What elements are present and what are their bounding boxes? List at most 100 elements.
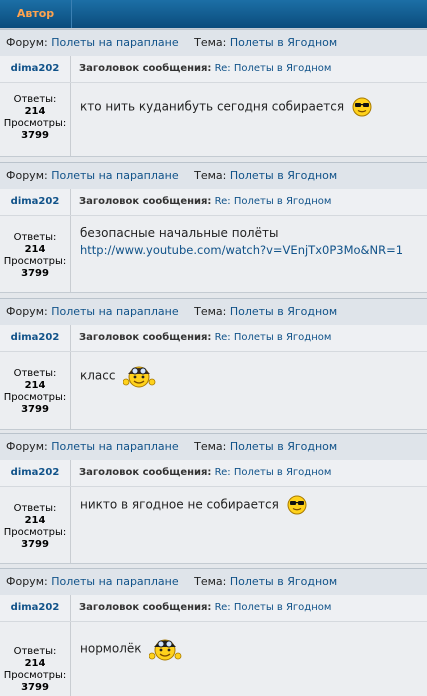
replies-count: 214	[24, 244, 46, 255]
views-label: Просмотры:	[3, 256, 67, 267]
post-author-row: dima202 Заголовок сообщения: Re: Полеты …	[0, 325, 427, 352]
topic-label: Тема:	[194, 575, 227, 588]
author-link[interactable]: dima202	[0, 460, 71, 486]
topic-link[interactable]: Полеты в Ягодном	[230, 305, 337, 318]
author-column-header: Автор	[0, 0, 72, 28]
subject-link[interactable]: Re: Полеты в Ягодном	[215, 63, 332, 74]
views-count: 3799	[21, 539, 49, 550]
topic-link[interactable]: Полеты в Ягодном	[230, 169, 337, 182]
post-message: никто в ягодное не собирается	[80, 495, 307, 515]
search-result-post: Форум: Полеты на параплане Тема: Полеты …	[0, 29, 427, 163]
views-count: 3799	[21, 130, 49, 141]
topic-link[interactable]: Полеты в Ягодном	[230, 575, 337, 588]
message-text: безопасные начальные полёты	[80, 226, 279, 240]
forum-link[interactable]: Полеты на параплане	[51, 440, 178, 453]
post-forum-row: Форум: Полеты на параплане Тема: Полеты …	[0, 568, 427, 596]
replies-count: 214	[24, 658, 46, 669]
subject-link[interactable]: Re: Полеты в Ягодном	[215, 602, 332, 613]
post-forum-row: Форум: Полеты на параплане Тема: Полеты …	[0, 298, 427, 326]
subject-label: Заголовок сообщения:	[79, 467, 212, 478]
post-subject: Заголовок сообщения: Re: Полеты в Ягодно…	[79, 595, 331, 621]
post-body-row: Ответы: 214 Просмотры: 3799 класс	[0, 352, 427, 429]
search-result-post: Форум: Полеты на параплане Тема: Полеты …	[0, 433, 427, 570]
post-author-row: dima202 Заголовок сообщения: Re: Полеты …	[0, 189, 427, 216]
replies-label: Ответы:	[13, 503, 57, 514]
post-author-row: dima202 Заголовок сообщения: Re: Полеты …	[0, 56, 427, 83]
subject-label: Заголовок сообщения:	[79, 196, 212, 207]
author-link[interactable]: dima202	[0, 595, 71, 621]
replies-label: Ответы:	[13, 232, 57, 243]
topic-stats: Ответы: 214 Просмотры: 3799	[0, 216, 71, 292]
post-forum-row: Форум: Полеты на параплане Тема: Полеты …	[0, 29, 427, 57]
subject-link[interactable]: Re: Полеты в Ягодном	[215, 196, 332, 207]
views-count: 3799	[21, 404, 49, 415]
views-label: Просмотры:	[3, 670, 67, 681]
author-link[interactable]: dima202	[0, 56, 71, 82]
post-subject: Заголовок сообщения: Re: Полеты в Ягодно…	[79, 56, 331, 82]
post-body-row: Ответы: 214 Просмотры: 3799 никто в ягод…	[0, 487, 427, 563]
post-author-row: dima202 Заголовок сообщения: Re: Полеты …	[0, 595, 427, 622]
views-label: Просмотры:	[3, 527, 67, 538]
topic-stats: Ответы: 214 Просмотры: 3799	[0, 622, 71, 696]
pilot-smiley-icon	[123, 366, 156, 388]
post-forum-row: Форум: Полеты на параплане Тема: Полеты …	[0, 433, 427, 461]
replies-count: 214	[24, 106, 46, 117]
post-message: кто нить куданибуть сегодня собирается	[80, 97, 372, 117]
forum-label: Форум:	[6, 575, 48, 588]
forum-link[interactable]: Полеты на параплане	[51, 36, 178, 49]
message-text: никто в ягодное не собирается	[80, 497, 279, 512]
message-video-link[interactable]: http://www.youtube.com/watch?v=VEnjTx0P3…	[80, 243, 403, 257]
post-subject: Заголовок сообщения: Re: Полеты в Ягодно…	[79, 189, 331, 215]
post-message: класс	[80, 362, 159, 390]
replies-label: Ответы:	[13, 94, 57, 105]
post-body-row: Ответы: 214 Просмотры: 3799 кто нить куд…	[0, 83, 427, 156]
forum-link[interactable]: Полеты на параплане	[51, 169, 178, 182]
views-count: 3799	[21, 682, 49, 693]
cool-smiley-icon	[352, 97, 372, 117]
message-text: нормолёк	[80, 641, 142, 656]
author-link[interactable]: dima202	[0, 189, 71, 215]
forum-label: Форум:	[6, 440, 48, 453]
post-forum-row: Форум: Полеты на параплане Тема: Полеты …	[0, 162, 427, 190]
topic-link[interactable]: Полеты в Ягодном	[230, 36, 337, 49]
results-header: Автор	[0, 0, 427, 29]
forum-label: Форум:	[6, 169, 48, 182]
subject-label: Заголовок сообщения:	[79, 602, 212, 613]
views-label: Просмотры:	[3, 392, 67, 403]
subject-link[interactable]: Re: Полеты в Ягодном	[215, 332, 332, 343]
author-link[interactable]: dima202	[0, 325, 71, 351]
subject-link[interactable]: Re: Полеты в Ягодном	[215, 467, 332, 478]
post-message: безопасные начальные полёты http://www.y…	[80, 225, 403, 259]
forum-link[interactable]: Полеты на параплане	[51, 305, 178, 318]
replies-label: Ответы:	[13, 368, 57, 379]
replies-label: Ответы:	[13, 646, 57, 657]
post-message: нормолёк	[80, 634, 185, 664]
search-result-post: Форум: Полеты на параплане Тема: Полеты …	[0, 568, 427, 696]
topic-link[interactable]: Полеты в Ягодном	[230, 440, 337, 453]
views-count: 3799	[21, 268, 49, 279]
topic-label: Тема:	[194, 169, 227, 182]
cool-smiley-icon	[287, 495, 307, 515]
post-body-row: Ответы: 214 Просмотры: 3799 безопасные н…	[0, 216, 427, 292]
message-text: кто нить куданибуть сегодня собирается	[80, 99, 345, 114]
post-subject: Заголовок сообщения: Re: Полеты в Ягодно…	[79, 325, 331, 351]
forum-link[interactable]: Полеты на параплане	[51, 575, 178, 588]
subject-label: Заголовок сообщения:	[79, 63, 212, 74]
replies-count: 214	[24, 515, 46, 526]
search-result-post: Форум: Полеты на параплане Тема: Полеты …	[0, 162, 427, 299]
message-text: класс	[80, 368, 116, 383]
views-label: Просмотры:	[3, 118, 67, 129]
forum-label: Форум:	[6, 305, 48, 318]
topic-stats: Ответы: 214 Просмотры: 3799	[0, 83, 71, 156]
topic-stats: Ответы: 214 Просмотры: 3799	[0, 487, 71, 563]
search-result-post: Форум: Полеты на параплане Тема: Полеты …	[0, 298, 427, 436]
post-subject: Заголовок сообщения: Re: Полеты в Ягодно…	[79, 460, 331, 486]
replies-count: 214	[24, 380, 46, 391]
post-body-row: Ответы: 214 Просмотры: 3799 нормолёк	[0, 622, 427, 696]
post-author-row: dima202 Заголовок сообщения: Re: Полеты …	[0, 460, 427, 487]
topic-stats: Ответы: 214 Просмотры: 3799	[0, 352, 71, 429]
subject-label: Заголовок сообщения:	[79, 332, 212, 343]
forum-label: Форум:	[6, 36, 48, 49]
topic-label: Тема:	[194, 440, 227, 453]
pilot-smiley-icon	[149, 639, 182, 661]
